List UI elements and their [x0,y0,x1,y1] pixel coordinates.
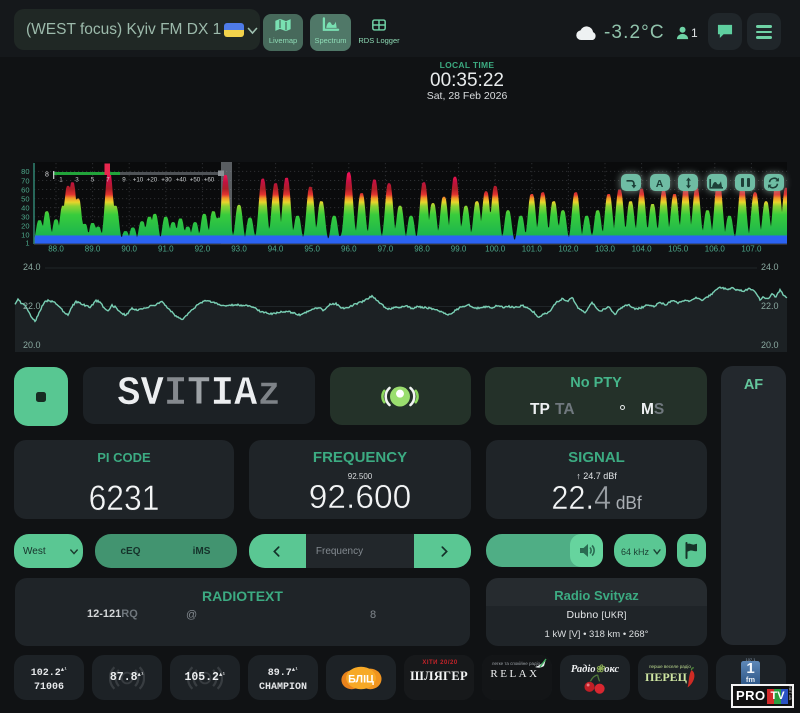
svg-text:+30: +30 [161,177,172,184]
svg-text:22.0: 22.0 [761,301,779,311]
svg-text:50: 50 [21,194,29,203]
svg-text:93.0: 93.0 [231,245,247,254]
svg-text:9: 9 [122,177,126,184]
svg-text:1: 1 [59,177,63,184]
svg-text:30: 30 [21,213,29,222]
svg-text:98.0: 98.0 [414,245,430,254]
svg-text:22.0: 22.0 [23,301,41,311]
svg-text:+10: +10 [133,177,144,184]
svg-text:96.0: 96.0 [341,245,357,254]
svg-text:105.0: 105.0 [668,245,689,254]
svg-text:+40: +40 [176,177,187,184]
svg-text:100.0: 100.0 [485,245,506,254]
svg-text:101.0: 101.0 [522,245,543,254]
svg-text:70: 70 [21,176,29,185]
svg-text:103.0: 103.0 [595,245,616,254]
svg-text:106.0: 106.0 [705,245,726,254]
svg-text:92.0: 92.0 [195,245,211,254]
svg-text:89.0: 89.0 [85,245,101,254]
svg-text:80: 80 [21,167,29,176]
svg-text:7: 7 [106,177,110,184]
svg-text:+50: +50 [190,177,201,184]
svg-text:БЛІЦ: БЛІЦ [348,674,374,686]
svg-text:5: 5 [91,177,95,184]
svg-text:88.0: 88.0 [48,245,64,254]
svg-text:107.0: 107.0 [741,245,762,254]
svg-text:60: 60 [21,185,29,194]
svg-text:40: 40 [21,203,29,212]
svg-text:95.0: 95.0 [304,245,320,254]
svg-text:20: 20 [21,222,29,231]
svg-text:1: 1 [25,239,29,248]
svg-text:24.0: 24.0 [761,262,779,272]
svg-text:102.0: 102.0 [558,245,579,254]
svg-text:24.0: 24.0 [23,262,41,272]
svg-text:99.0: 99.0 [451,245,467,254]
svg-text:91.0: 91.0 [158,245,174,254]
svg-text:8: 8 [45,172,49,179]
svg-text:+20: +20 [147,177,158,184]
svg-text:90.0: 90.0 [121,245,137,254]
svg-text:20.0: 20.0 [761,340,779,350]
svg-text:97.0: 97.0 [378,245,394,254]
svg-text:3: 3 [75,177,79,184]
svg-text:104.0: 104.0 [632,245,653,254]
svg-text:+60: +60 [204,177,215,184]
svg-text:94.0: 94.0 [268,245,284,254]
svg-text:20.0: 20.0 [23,340,41,350]
